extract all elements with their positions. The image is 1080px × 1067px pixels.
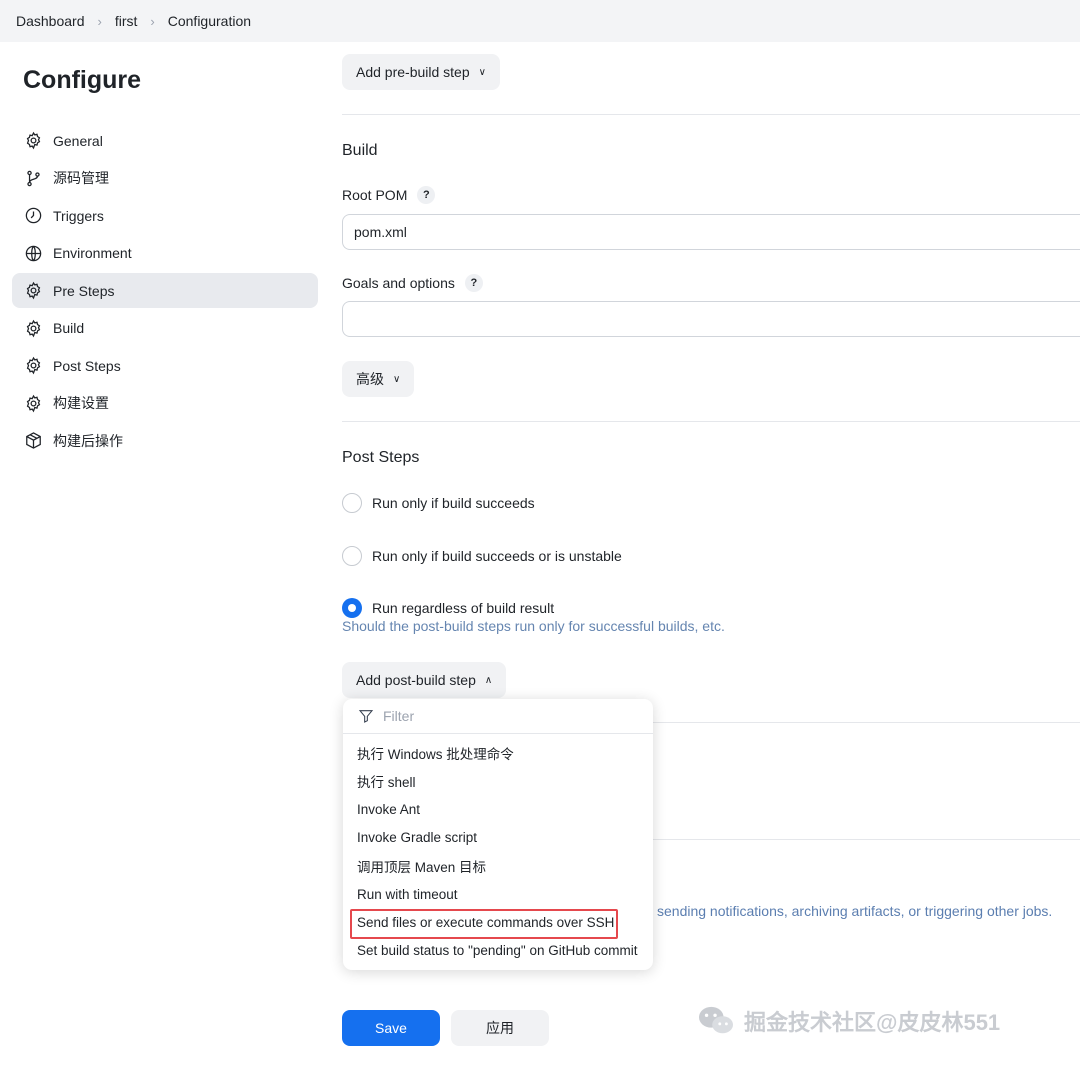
sidebar-item-general[interactable]: General <box>12 123 318 158</box>
clock-icon <box>23 206 43 226</box>
root-pom-input[interactable]: pom.xml <box>342 214 1080 250</box>
filter-input[interactable]: Filter <box>343 699 653 734</box>
menu-item[interactable]: 执行 shell <box>343 767 653 795</box>
sidebar-item-label: Pre Steps <box>53 282 115 299</box>
sidebar-item-label: Triggers <box>53 207 104 224</box>
save-button[interactable]: Save <box>342 1010 440 1046</box>
dropdown-list: 执行 Windows 批处理命令 执行 shell Invoke Ant Inv… <box>343 734 653 965</box>
globe-icon <box>23 243 43 263</box>
sidebar-item-label: Build <box>53 320 85 336</box>
post-steps-section-title: Post Steps <box>342 449 420 466</box>
filter-placeholder: Filter <box>383 708 415 724</box>
menu-item[interactable]: Invoke Gradle script <box>343 824 653 852</box>
section-divider <box>653 839 1080 840</box>
sidebar-item-post-steps[interactable]: Post Steps <box>12 348 318 383</box>
branch-icon <box>23 168 43 188</box>
sidebar-item-label: Environment <box>53 245 132 261</box>
sidebar-item-label: General <box>53 132 103 149</box>
radio-label: Run only if build succeeds or is unstabl… <box>372 548 622 564</box>
add-post-build-step-button[interactable]: Add post-build step ∧ <box>342 662 507 698</box>
radio-button-checked[interactable] <box>342 598 362 618</box>
radio-button[interactable] <box>342 493 362 513</box>
breadcrumb-job[interactable]: first <box>115 13 138 29</box>
sidebar-nav: General 源码管理 Triggers Environment Pre St… <box>12 123 318 461</box>
sidebar-item-source-control[interactable]: 源码管理 <box>12 161 318 196</box>
menu-item[interactable]: Run with timeout <box>343 880 653 908</box>
root-pom-label-text: Root POM <box>342 187 408 203</box>
radio-button[interactable] <box>342 546 362 566</box>
add-post-build-step-label: Add post-build step <box>356 672 476 688</box>
sidebar-item-label: 源码管理 <box>53 170 109 186</box>
package-icon <box>23 431 43 451</box>
breadcrumb: Dashboard › first › Configuration <box>0 0 1080 42</box>
watermark: 掘金技术社区@皮皮林551 <box>697 1004 1000 1038</box>
sidebar-item-environment[interactable]: Environment <box>12 236 318 271</box>
breadcrumb-separator: › <box>150 13 155 29</box>
chevron-down-icon: ∨ <box>478 66 486 78</box>
goals-input[interactable] <box>342 301 1080 337</box>
chevron-down-icon: ∨ <box>393 373 401 385</box>
section-divider <box>653 722 1080 723</box>
menu-item[interactable]: Set build status to "pending" on GitHub … <box>343 936 653 964</box>
sidebar-item-post-build-actions[interactable]: 构建后操作 <box>12 423 318 458</box>
gear-icon <box>23 131 43 151</box>
add-pre-build-step-label: Add pre-build step <box>356 64 470 80</box>
radio-run-regardless[interactable]: Run regardless of build result <box>342 598 554 618</box>
watermark-text: 掘金技术社区@皮皮林551 <box>744 1010 1001 1035</box>
sidebar-item-triggers[interactable]: Triggers <box>12 198 318 233</box>
breadcrumb-dashboard[interactable]: Dashboard <box>16 13 85 29</box>
sidebar-item-pre-steps[interactable]: Pre Steps <box>12 273 318 308</box>
page-title: Configure <box>23 66 142 94</box>
filter-icon <box>358 710 374 723</box>
section-divider <box>342 421 1080 422</box>
sidebar-item-build-settings[interactable]: 构建设置 <box>12 386 318 421</box>
sidebar-item-label: 构建设置 <box>53 395 109 411</box>
sidebar-item-label: Post Steps <box>53 357 121 374</box>
gear-icon <box>23 318 43 338</box>
menu-item[interactable]: Invoke Ant <box>343 795 653 823</box>
wechat-logo-icon <box>699 1006 733 1034</box>
section-divider <box>342 114 1080 115</box>
radio-label: Run only if build succeeds <box>372 495 535 511</box>
breadcrumb-separator: › <box>97 13 102 29</box>
sidebar-item-label: 构建后操作 <box>53 432 123 449</box>
advanced-button[interactable]: 高级 ∨ <box>342 361 415 397</box>
menu-item[interactable]: 执行 Windows 批处理命令 <box>343 739 653 767</box>
post-build-step-dropdown: Filter 执行 Windows 批处理命令 执行 shell Invoke … <box>343 699 653 970</box>
root-pom-label: Root POM ? <box>342 186 436 204</box>
advanced-label: 高级 <box>356 371 384 387</box>
add-pre-build-step-button[interactable]: Add pre-build step ∨ <box>342 54 500 90</box>
help-icon[interactable]: ? <box>417 186 436 204</box>
post-build-actions-hint: sending notifications, archiving artifac… <box>657 903 1053 919</box>
radio-label: Run regardless of build result <box>372 600 555 616</box>
build-section-title: Build <box>342 142 378 159</box>
help-icon[interactable]: ? <box>464 274 483 292</box>
chevron-up-icon: ∧ <box>484 674 493 686</box>
menu-item[interactable]: 调用顶层 Maven 目标 <box>343 852 653 880</box>
menu-item-ssh-highlighted[interactable]: Send files or execute commands over SSH <box>343 908 653 940</box>
gear-icon <box>23 281 43 301</box>
gear-icon <box>23 356 43 376</box>
post-steps-hint: Should the post-build steps run only for… <box>342 618 725 634</box>
radio-run-if-succeeds[interactable]: Run only if build succeeds <box>342 493 535 513</box>
apply-button[interactable]: 应用 <box>451 1010 549 1046</box>
gear-icon <box>23 393 43 413</box>
goals-label-text: Goals and options <box>342 275 455 291</box>
breadcrumb-configuration[interactable]: Configuration <box>168 13 251 29</box>
sidebar-item-build[interactable]: Build <box>12 311 318 346</box>
radio-run-if-succeeds-or-unstable[interactable]: Run only if build succeeds or is unstabl… <box>342 546 622 566</box>
goals-label: Goals and options ? <box>342 274 483 292</box>
